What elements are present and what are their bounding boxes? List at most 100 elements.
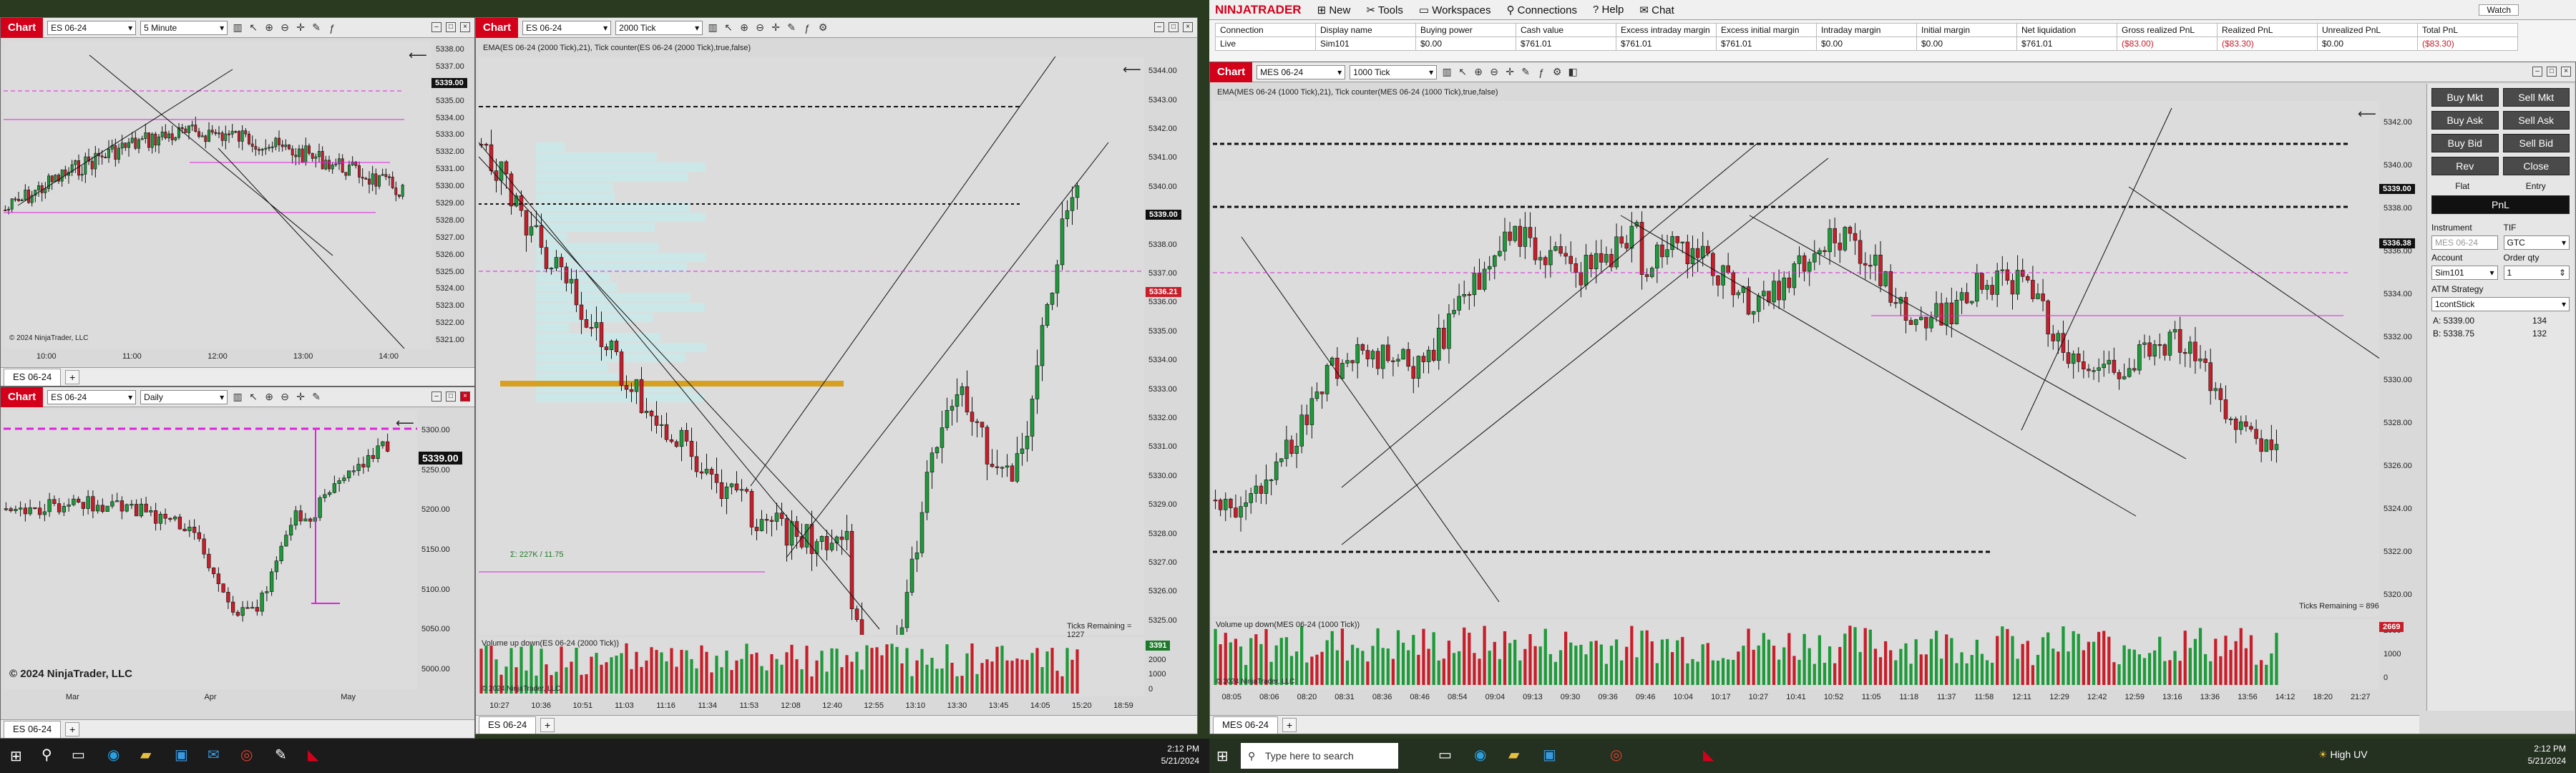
back-arrow-icon[interactable]: ⟵ [396, 416, 414, 431]
bars-icon[interactable]: ▥ [707, 21, 718, 34]
atm-select[interactable]: 1contStick ▾ [2431, 297, 2570, 311]
pointer-icon[interactable]: ↖ [248, 391, 259, 403]
qty-stepper[interactable]: 1 ⇕ [2503, 266, 2570, 280]
price-plot[interactable]: © 2024 NinjaTrader, LLC ⟵ [4, 41, 431, 349]
chart-menu-button[interactable]: Chart [1, 387, 44, 407]
crosshair-icon[interactable]: ✛ [1504, 66, 1516, 78]
column-header[interactable]: Total PnL [2417, 23, 2518, 37]
back-arrow-icon[interactable]: ⟵ [1123, 62, 1141, 77]
minimize-icon[interactable]: – [2532, 67, 2542, 77]
accounts-data-row[interactable]: Live Sim101 $0.00 $761.01 $761.01 $761.01 $0.0… [1215, 37, 2518, 51]
instrument-selector[interactable]: MES 06-24 ▾ [1257, 64, 1346, 79]
edge-icon[interactable]: ◉ [1474, 746, 1486, 764]
bars-icon[interactable]: ▥ [232, 21, 243, 34]
column-header[interactable]: Display name [1315, 23, 1416, 37]
add-tab-button[interactable]: + [540, 717, 555, 732]
column-header[interactable]: Excess initial margin [1716, 23, 1817, 37]
sell-bid-button[interactable]: Sell Bid [2502, 134, 2570, 152]
menu-tools[interactable]: ✂ Tools [1366, 4, 1403, 16]
close-icon[interactable]: × [460, 22, 470, 32]
indicator-icon[interactable]: ƒ [801, 22, 813, 34]
zoom-out-icon[interactable]: ⊖ [754, 21, 766, 34]
maximize-icon[interactable]: □ [1169, 22, 1179, 32]
add-tab-button[interactable]: + [1282, 717, 1297, 732]
pnl-display[interactable]: PnL [2431, 195, 2570, 214]
close-button[interactable]: Close [2502, 157, 2570, 175]
crosshair-icon[interactable]: ✛ [770, 21, 781, 34]
zoom-in-icon[interactable]: ⊕ [263, 21, 275, 34]
column-header[interactable]: Excess intraday margin [1616, 23, 1717, 37]
sell-mkt-button[interactable]: Sell Mkt [2502, 88, 2570, 107]
indicator-icon[interactable]: ƒ [1536, 67, 1547, 78]
chart-menu-button[interactable]: Chart [476, 18, 519, 38]
explorer-icon[interactable]: ▰ [1508, 746, 1519, 764]
interval-selector[interactable]: Daily ▾ [140, 389, 228, 404]
bars-icon[interactable]: ▥ [232, 391, 243, 403]
zoom-out-icon[interactable]: ⊖ [279, 391, 291, 403]
buy-ask-button[interactable]: Buy Ask [2431, 111, 2499, 130]
ninjatrader-icon[interactable]: ◣ [308, 746, 318, 764]
store-icon[interactable]: ▣ [175, 746, 188, 764]
tab-mes[interactable]: MES 06-24 [1213, 716, 1279, 734]
clock[interactable]: 2:12 PM 5/21/2024 [2528, 743, 2566, 767]
strategy-icon[interactable]: ⚙ [1551, 66, 1563, 78]
strategy-icon[interactable]: ⚙ [817, 21, 829, 34]
menu-help[interactable]: ? Help [1593, 4, 1624, 16]
menu-connections[interactable]: ⚲ Connections [1506, 4, 1577, 16]
zoom-in-icon[interactable]: ⊕ [738, 21, 750, 34]
tif-select[interactable]: GTC ▾ [2503, 235, 2570, 250]
minimize-icon[interactable]: – [1154, 22, 1164, 32]
account-select[interactable]: Sim101 ▾ [2431, 266, 2498, 280]
zoom-in-icon[interactable]: ⊕ [1473, 66, 1484, 78]
column-header[interactable]: Intraday margin [1816, 23, 1917, 37]
minimize-icon[interactable]: – [431, 392, 441, 402]
instrument-field[interactable]: MES 06-24 [2431, 235, 2498, 250]
windows-start-icon[interactable]: ⊞ [1216, 747, 1229, 765]
interval-selector[interactable]: 2000 Tick ▾ [615, 20, 703, 35]
column-header[interactable]: Cash value [1516, 23, 1616, 37]
interval-selector[interactable]: 5 Minute ▾ [140, 20, 228, 35]
column-header[interactable]: Unrealized PnL [2317, 23, 2418, 37]
instrument-selector[interactable]: ES 06-24 ▾ [522, 20, 612, 35]
column-header[interactable]: Realized PnL [2217, 23, 2318, 37]
indicator-icon[interactable]: ƒ [326, 22, 338, 34]
menu-workspaces[interactable]: ▭ Workspaces [1419, 4, 1491, 16]
column-header[interactable]: Buying power [1415, 23, 1516, 37]
crosshair-icon[interactable]: ✛ [295, 391, 306, 403]
close-icon[interactable]: × [2561, 67, 2571, 77]
drawing-icon[interactable]: ✎ [1520, 66, 1531, 78]
bars-icon[interactable]: ▥ [1441, 66, 1453, 78]
maximize-icon[interactable]: □ [446, 392, 456, 402]
maximize-icon[interactable]: □ [446, 22, 456, 32]
column-header[interactable]: Connection [1215, 23, 1316, 37]
store-icon[interactable]: ▣ [1543, 746, 1556, 764]
drawing-icon[interactable]: ✎ [786, 21, 797, 34]
clock[interactable]: 2:12 PM 5/21/2024 [1161, 743, 1199, 767]
column-header[interactable]: Initial margin [1916, 23, 2017, 37]
tab-es[interactable]: ES 06-24 [479, 716, 537, 734]
add-tab-button[interactable]: + [65, 721, 80, 736]
zoom-out-icon[interactable]: ⊖ [279, 21, 291, 34]
watch-input[interactable]: Watch [2479, 4, 2519, 16]
taskbar-search-input[interactable]: ⚲ Type here to search [1241, 743, 1398, 769]
back-arrow-icon[interactable]: ⟵ [2358, 107, 2376, 122]
minimize-icon[interactable]: – [431, 22, 441, 32]
chart-menu-button[interactable]: Chart [1210, 62, 1253, 82]
instrument-selector[interactable]: ES 06-24 ▾ [47, 20, 137, 35]
sell-ask-button[interactable]: Sell Ask [2502, 111, 2570, 130]
chrome-icon[interactable]: ◎ [1610, 746, 1622, 764]
zoom-out-icon[interactable]: ⊖ [1488, 66, 1500, 78]
menu-new[interactable]: ⊞ New [1317, 4, 1351, 16]
chart-trader-icon[interactable]: ◧ [1567, 66, 1579, 78]
column-header[interactable]: Gross realized PnL [2117, 23, 2218, 37]
explorer-icon[interactable]: ▰ [140, 746, 151, 764]
windows-start-icon[interactable]: ⊞ [10, 747, 22, 765]
add-tab-button[interactable]: + [65, 369, 80, 384]
edge-icon[interactable]: ◉ [107, 746, 119, 764]
chrome-icon[interactable]: ◎ [240, 746, 253, 764]
weather-icon[interactable]: ☀ High UV [2318, 749, 2368, 761]
ninjatrader-icon[interactable]: ◣ [1703, 746, 1714, 764]
chart-menu-button[interactable]: Chart [1, 18, 44, 38]
instrument-selector[interactable]: ES 06-24 ▾ [47, 389, 137, 404]
zoom-in-icon[interactable]: ⊕ [263, 391, 275, 403]
